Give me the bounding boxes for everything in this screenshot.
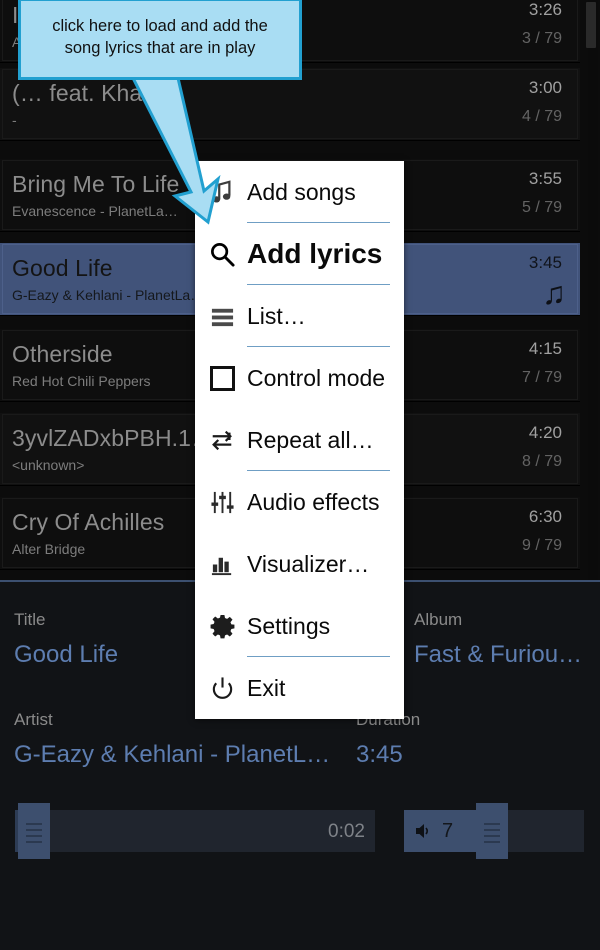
song-position: 5 / 79 <box>521 199 562 216</box>
song-title: 3yvlZADxbPBH.1… <box>12 425 215 451</box>
song-duration: 3:55 <box>528 169 562 188</box>
menu-item-repeat-all[interactable]: Repeat all… <box>195 409 404 471</box>
song-duration: 6:30 <box>528 507 562 526</box>
song-artist: - <box>12 112 17 128</box>
field-label: Title <box>14 610 46 629</box>
speaker-icon <box>416 824 429 838</box>
repeat-icon <box>203 421 241 459</box>
music-note-icon: ♫ <box>542 275 566 311</box>
song-position: 9 / 79 <box>521 537 562 554</box>
volume-slider-handle[interactable] <box>476 803 508 859</box>
callout-tooltip: click here to load and add the song lyri… <box>18 0 302 80</box>
volume-level: 7 <box>442 820 454 842</box>
elapsed-time: 0:02 <box>328 821 365 842</box>
song-artist: Alter Bridge <box>12 541 86 557</box>
menu-item-label: Add songs <box>247 178 356 205</box>
seek-slider-handle[interactable] <box>18 803 50 859</box>
transport-bar <box>0 875 600 947</box>
menu-item-control-mode[interactable]: Control mode <box>195 347 404 409</box>
callout-arrow <box>130 76 221 225</box>
field-value: 3:45 <box>356 741 403 768</box>
song-position: 4 / 79 <box>521 108 562 125</box>
field-label: Album <box>414 610 463 629</box>
menu-item-label: Control mode <box>247 364 386 391</box>
list-icon <box>203 297 241 335</box>
menu-item-label: Settings <box>247 612 331 639</box>
field-value: G-Eazy & Kehlani - PlanetL… <box>14 741 331 768</box>
field-album: Album Fast & Furiou… <box>414 610 582 669</box>
menu-item-settings[interactable]: Settings <box>195 595 404 657</box>
song-title: Otherside <box>12 341 113 367</box>
menu-item-exit[interactable]: Exit <box>195 657 404 719</box>
overflow-menu[interactable]: Add songs Add lyrics List… Control mode … <box>195 161 404 719</box>
menu-item-label: Audio effects <box>247 488 380 515</box>
seek-slider[interactable]: 0:02 <box>15 803 375 859</box>
callout-line-1: click here to load and add the <box>52 17 268 35</box>
song-duration: 4:20 <box>528 423 562 442</box>
checkbox-icon[interactable] <box>203 359 241 397</box>
music-player-window: I … (…kwood) A… …com 3:26 3 / 79 (… feat… <box>0 0 600 950</box>
menu-item-label: List… <box>247 302 306 329</box>
equalizer-icon <box>203 483 241 521</box>
search-icon <box>203 235 241 273</box>
menu-item-label: Add lyrics <box>247 238 383 269</box>
song-artist: <unknown> <box>12 457 85 473</box>
gear-icon <box>203 607 241 645</box>
callout-text: click here to load and add the song lyri… <box>21 15 299 59</box>
song-duration: 3:45 <box>528 253 562 272</box>
song-position: 7 / 79 <box>521 369 562 386</box>
song-title: Good Life <box>12 255 113 281</box>
menu-item-label: Repeat all… <box>247 426 374 453</box>
song-artist: Red Hot Chili Peppers <box>12 373 151 389</box>
power-icon <box>203 669 241 707</box>
song-title: Cry Of Achilles <box>12 509 165 535</box>
song-duration: 3:26 <box>528 0 562 19</box>
scrollbar-thumb[interactable] <box>586 2 596 48</box>
menu-item-list[interactable]: List… <box>195 285 404 347</box>
menu-item-add-lyrics[interactable]: Add lyrics <box>195 223 404 285</box>
bar-chart-icon <box>203 545 241 583</box>
song-artist: G-Eazy & Kehlani - PlanetLa… <box>12 287 205 303</box>
song-duration: 3:00 <box>528 78 562 97</box>
menu-item-visualizer[interactable]: Visualizer… <box>195 533 404 595</box>
field-value: Fast & Furiou… <box>414 641 583 668</box>
song-duration: 4:15 <box>528 339 562 358</box>
song-position: 3 / 79 <box>521 30 562 47</box>
list-scrollbar[interactable] <box>586 0 598 580</box>
volume-slider[interactable]: 7 <box>404 803 584 859</box>
callout-line-2: song lyrics that are in play <box>64 39 256 57</box>
field-value: Good Life <box>14 641 119 668</box>
menu-item-label: Visualizer… <box>247 550 370 577</box>
menu-item-label: Exit <box>247 674 286 701</box>
song-position: 8 / 79 <box>521 453 562 470</box>
menu-item-audio-effects[interactable]: Audio effects <box>195 471 404 533</box>
field-title: Title Good Life <box>14 610 118 669</box>
